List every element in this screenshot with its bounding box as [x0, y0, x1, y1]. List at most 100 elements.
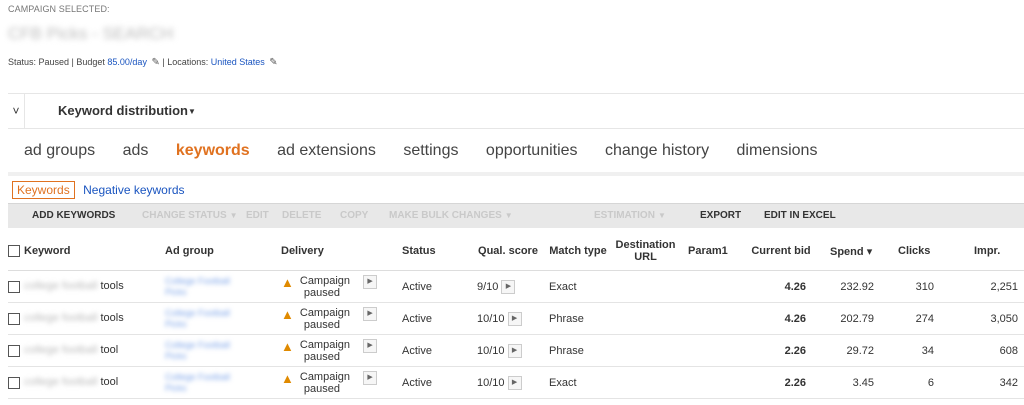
table-row[interactable]: college football tool College Football Pic…	[8, 334, 1024, 367]
tab-ad-extensions[interactable]: ad extensions	[277, 142, 376, 160]
col-current-bid[interactable]: Current bid	[746, 232, 816, 271]
param1-cell[interactable]	[682, 270, 746, 303]
param1-cell[interactable]	[682, 302, 746, 335]
delete-button[interactable]: DELETE	[282, 210, 321, 221]
keyword-text[interactable]: tool	[100, 344, 118, 356]
table-row[interactable]: college football tools College Football Pi…	[8, 302, 1024, 335]
edit-button[interactable]: EDIT	[246, 210, 269, 221]
col-spend[interactable]: Spend ▾	[816, 232, 886, 271]
warning-icon: ▲	[281, 370, 294, 386]
location-link[interactable]: United States	[211, 57, 265, 67]
tab-change-history[interactable]: change history	[605, 142, 709, 160]
edit-budget-icon[interactable]: ✎	[151, 57, 159, 68]
row-checkbox[interactable]	[8, 376, 20, 389]
destination-url-cell[interactable]	[609, 302, 682, 335]
tab-settings[interactable]: settings	[403, 142, 458, 160]
change-status-button[interactable]: CHANGE STATUS ▼	[142, 210, 238, 221]
ad-group-link[interactable]: College Football Picks	[165, 308, 271, 330]
campaign-tabs: ad groups ads keywords ad extensions set…	[24, 142, 840, 166]
delivery-details-icon[interactable]: ▶	[363, 370, 378, 385]
budget-link[interactable]: 85.00/day	[107, 57, 147, 67]
quality-score-details-icon[interactable]: ▶	[507, 375, 522, 390]
param1-cell[interactable]	[682, 334, 746, 367]
edit-in-excel-button[interactable]: EDIT IN EXCEL	[764, 210, 836, 221]
table-header-row: Keyword Ad group Delivery Status Qual. s…	[8, 232, 1024, 271]
tab-ad-groups[interactable]: ad groups	[24, 142, 95, 160]
dropdown-arrow-icon: ▼	[657, 211, 666, 220]
quality-score: 10/10	[477, 344, 505, 357]
clicks-cell: 310	[886, 270, 952, 303]
delivery-details-icon[interactable]: ▶	[363, 338, 378, 353]
status-cell[interactable]: Active	[390, 270, 469, 303]
dropdown-arrow-icon: ▼	[188, 107, 196, 117]
row-checkbox[interactable]	[8, 280, 20, 293]
col-impr[interactable]: Impr.	[952, 232, 1024, 271]
delivery-details-icon[interactable]: ▶	[363, 274, 378, 289]
destination-url-cell[interactable]	[609, 366, 682, 399]
destination-url-cell[interactable]	[609, 334, 682, 367]
spend-cell: 232.92	[816, 270, 886, 303]
clicks-cell: 6	[886, 366, 952, 399]
status-cell[interactable]: Active	[390, 302, 469, 335]
spend-cell: 202.79	[816, 302, 886, 335]
col-status[interactable]: Status	[390, 232, 469, 271]
param1-cell[interactable]	[682, 366, 746, 399]
make-bulk-changes-button[interactable]: MAKE BULK CHANGES ▼	[389, 210, 513, 221]
tab-opportunities[interactable]: opportunities	[486, 142, 578, 160]
add-keywords-button[interactable]: ADD KEYWORDS	[32, 210, 115, 221]
impressions-cell: 2,251	[952, 270, 1024, 303]
sort-desc-icon: ▾	[866, 245, 873, 258]
quality-score-details-icon[interactable]: ▶	[501, 279, 516, 294]
col-param1[interactable]: Param1	[682, 232, 746, 271]
col-ad-group[interactable]: Ad group	[157, 232, 271, 271]
select-all-checkbox[interactable]	[8, 245, 20, 258]
dropdown-arrow-icon: ▼	[229, 211, 238, 220]
col-qual-score[interactable]: Qual. score	[469, 232, 547, 271]
keyword-text[interactable]: tool	[100, 376, 118, 388]
tab-keywords[interactable]: keywords	[176, 142, 250, 160]
current-bid-cell[interactable]: 2.26	[746, 366, 816, 399]
current-bid-cell[interactable]: 4.26	[746, 302, 816, 335]
subtab-negative-keywords[interactable]: Negative keywords	[79, 182, 188, 198]
ad-group-link[interactable]: College Football Picks	[165, 340, 271, 362]
col-clicks[interactable]: Clicks	[886, 232, 952, 271]
keyword-text-blurred: college football	[24, 376, 98, 389]
table-row[interactable]: college football tool College Football Pic…	[8, 366, 1024, 399]
col-keyword[interactable]: Keyword	[24, 245, 70, 257]
copy-button[interactable]: COPY	[340, 210, 368, 221]
quality-score-details-icon[interactable]: ▶	[507, 343, 522, 358]
match-type-cell[interactable]: Phrase	[547, 302, 609, 335]
col-match-type[interactable]: Match type	[547, 232, 609, 271]
estimation-button[interactable]: ESTIMATION ▼	[594, 210, 666, 221]
impressions-cell: 3,050	[952, 302, 1024, 335]
match-type-cell[interactable]: Exact	[547, 270, 609, 303]
match-type-cell[interactable]: Exact	[547, 366, 609, 399]
col-destination-url[interactable]: Destination URL	[609, 232, 682, 271]
tab-ads[interactable]: ads	[123, 142, 149, 160]
destination-url-cell[interactable]	[609, 270, 682, 303]
ad-group-link[interactable]: College Football Picks	[165, 372, 271, 394]
collapse-toggle-icon[interactable]: ˅	[8, 94, 25, 128]
status-cell[interactable]: Active	[390, 366, 469, 399]
impressions-cell: 608	[952, 334, 1024, 367]
tab-dimensions[interactable]: dimensions	[737, 142, 818, 160]
delivery-details-icon[interactable]: ▶	[363, 306, 378, 321]
ad-group-link[interactable]: College Football Picks	[165, 276, 271, 298]
campaign-selected-label: CAMPAIGN SELECTED:	[8, 4, 110, 14]
subtab-keywords[interactable]: Keywords	[12, 181, 75, 199]
keyword-text[interactable]: tools	[100, 280, 123, 292]
match-type-cell[interactable]: Phrase	[547, 334, 609, 367]
table-row[interactable]: college football tools College Football Pi…	[8, 270, 1024, 303]
keyword-distribution-title[interactable]: Keyword distribution▼	[58, 103, 196, 118]
row-checkbox[interactable]	[8, 312, 20, 325]
col-delivery[interactable]: Delivery	[271, 232, 390, 271]
campaign-status-line: Status: Paused | Budget 85.00/day ✎ | Lo…	[8, 57, 278, 68]
status-cell[interactable]: Active	[390, 334, 469, 367]
current-bid-cell[interactable]: 2.26	[746, 334, 816, 367]
row-checkbox[interactable]	[8, 344, 20, 357]
current-bid-cell[interactable]: 4.26	[746, 270, 816, 303]
export-button[interactable]: EXPORT	[700, 210, 741, 221]
edit-location-icon[interactable]: ✎	[269, 57, 277, 68]
keyword-text[interactable]: tools	[100, 312, 123, 324]
quality-score-details-icon[interactable]: ▶	[507, 311, 522, 326]
